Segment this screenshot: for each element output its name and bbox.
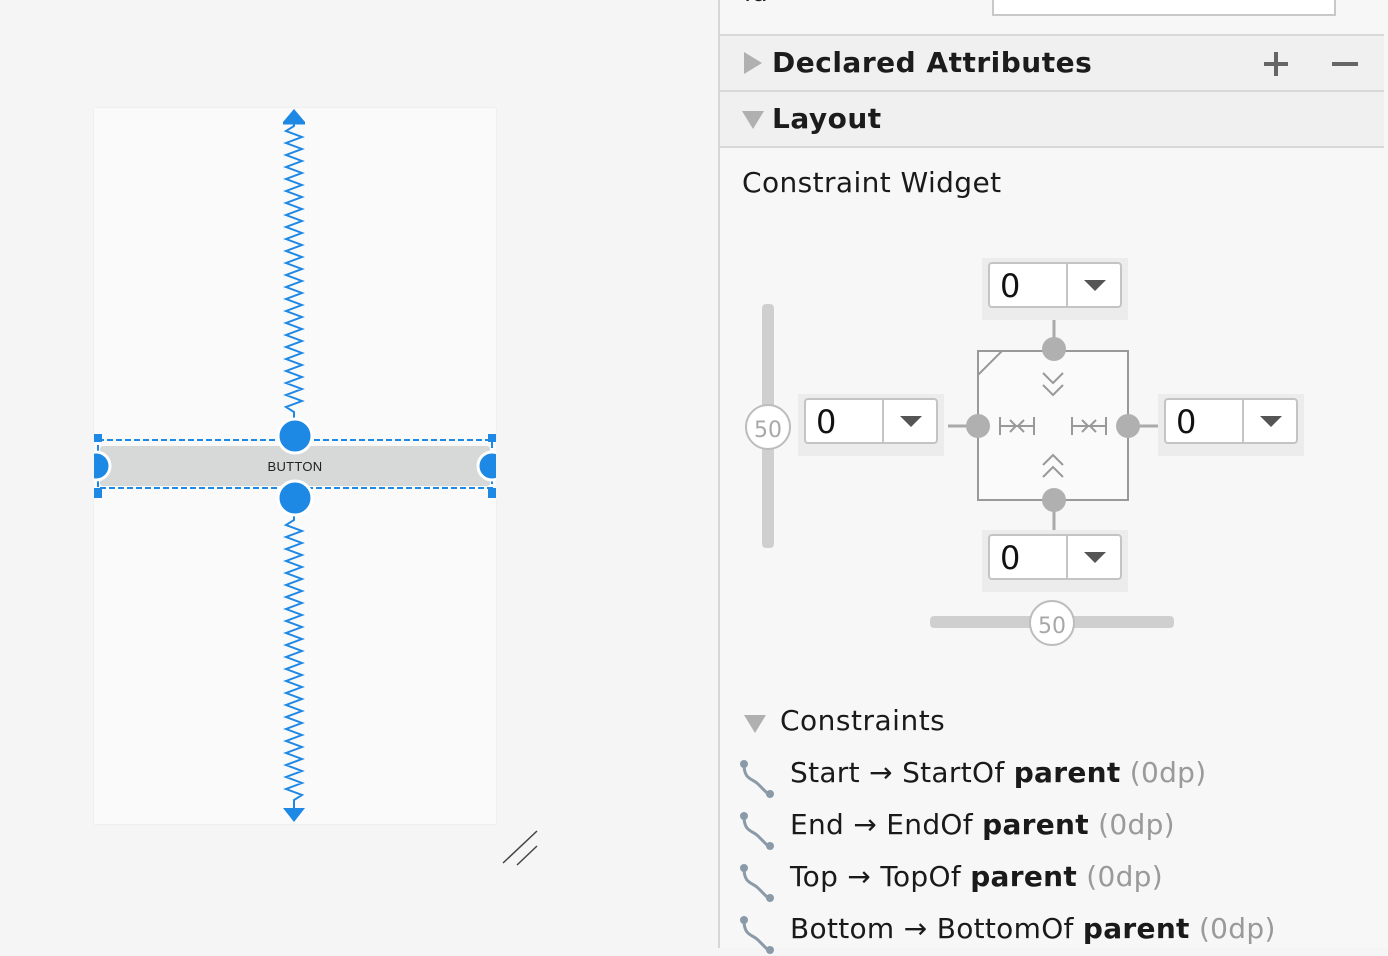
bottom-anchor-handle[interactable]: [276, 479, 314, 517]
constraint-arrow: →: [869, 756, 893, 789]
canvas-resize-grip-icon[interactable]: [502, 830, 538, 866]
horizontal-bias-value: 50: [1038, 614, 1066, 639]
constraint-target-side: TopOf: [880, 860, 961, 893]
bottom-margin-value: 0: [1000, 539, 1021, 577]
bottom-margin-box: 0: [982, 530, 1128, 592]
widget-left-anchor[interactable]: [966, 414, 990, 438]
constraint-side: End: [790, 808, 845, 841]
top-margin-value: 0: [1000, 267, 1021, 305]
top-margin-box: 0: [982, 258, 1128, 320]
layout-header[interactable]: Layout: [720, 90, 1384, 148]
top-constraint-spring: [283, 122, 305, 420]
vertical-bias-value: 50: [754, 418, 782, 443]
constraint-target: parent: [982, 808, 1089, 841]
constraint-link-icon: [740, 812, 774, 850]
left-margin-box: 0: [798, 394, 944, 456]
resize-handle-tl: [94, 434, 102, 442]
widget-top-anchor[interactable]: [1042, 337, 1066, 361]
constraint-side: Bottom: [790, 912, 895, 945]
constraint-margin: (0dp): [1086, 860, 1163, 893]
left-margin-dropdown[interactable]: 0: [804, 398, 938, 444]
constraint-side: Top: [790, 860, 839, 893]
constraints-header[interactable]: Constraints: [742, 704, 1382, 744]
top-anchor-arrow: [283, 109, 305, 122]
layout-title: Layout: [772, 102, 882, 135]
declared-attributes-header[interactable]: Declared Attributes: [720, 34, 1384, 90]
declared-attributes-title: Declared Attributes: [772, 46, 1093, 79]
constraint-row-start[interactable]: Start → StartOf parent (0dp): [738, 756, 1378, 800]
id-field[interactable]: button15: [992, 0, 1336, 16]
right-margin-dropdown[interactable]: 0: [1164, 398, 1298, 444]
plus-icon[interactable]: [1260, 48, 1292, 80]
constraint-arrow: →: [903, 912, 928, 945]
collapse-triangle-icon[interactable]: [742, 108, 764, 130]
constraint-row-end[interactable]: End → EndOf parent (0dp): [738, 808, 1378, 852]
constraint-target: parent: [1082, 912, 1190, 945]
constraint-margin: (0dp): [1198, 912, 1276, 945]
chevron-down-icon[interactable]: [1084, 552, 1106, 564]
constraint-margin: (0dp): [1129, 756, 1207, 789]
expand-triangle-icon[interactable]: [742, 52, 764, 74]
collapse-triangle-icon[interactable]: [744, 712, 766, 734]
attributes-panel: id button15 Declared Attributes Layout C…: [718, 0, 1388, 954]
bottom-constraint-spring: [283, 514, 305, 808]
constraint-target: parent: [1013, 756, 1121, 789]
blueprint-overlay: [60, 109, 538, 866]
constraint-target-side: BottomOf: [936, 912, 1074, 945]
constraint-target-side: StartOf: [902, 756, 1005, 789]
button-text: BUTTON: [267, 459, 323, 474]
right-margin-box: 0: [1158, 394, 1304, 456]
constraint-target: parent: [970, 860, 1078, 893]
minus-icon[interactable]: [1328, 48, 1360, 80]
widget-right-anchor[interactable]: [1116, 414, 1140, 438]
id-row: id button15: [720, 0, 1384, 34]
constraint-link-icon: [740, 760, 774, 798]
bottom-margin-dropdown[interactable]: 0: [988, 534, 1122, 580]
constraints-title: Constraints: [780, 704, 946, 737]
id-value: button15: [1004, 0, 1123, 1]
widget-bottom-anchor[interactable]: [1042, 488, 1066, 512]
design-surface: BUTTON: [0, 0, 718, 948]
constraint-arrow: →: [847, 860, 872, 893]
constraint-widget-title: Constraint Widget: [742, 166, 1002, 199]
constraint-row-bottom[interactable]: Bottom → BottomOf parent (0dp): [738, 912, 1378, 956]
top-margin-dropdown[interactable]: 0: [988, 262, 1122, 308]
chevron-down-icon[interactable]: [1260, 416, 1282, 428]
constraint-row-top[interactable]: Top → TopOf parent (0dp): [738, 860, 1378, 904]
right-margin-value: 0: [1176, 403, 1197, 441]
constraint-link-icon: [740, 916, 774, 954]
id-label: id: [744, 0, 768, 8]
constraint-arrow: →: [853, 808, 878, 841]
constraint-margin: (0dp): [1098, 808, 1175, 841]
chevron-down-icon[interactable]: [1084, 280, 1106, 292]
constraint-side: Start: [790, 756, 860, 789]
constraint-target-side: EndOf: [886, 808, 973, 841]
bottom-anchor-arrow: [283, 808, 305, 822]
left-margin-value: 0: [816, 403, 837, 441]
chevron-down-icon[interactable]: [900, 416, 922, 428]
constraint-link-icon: [740, 864, 774, 902]
top-anchor-handle[interactable]: [276, 417, 314, 455]
